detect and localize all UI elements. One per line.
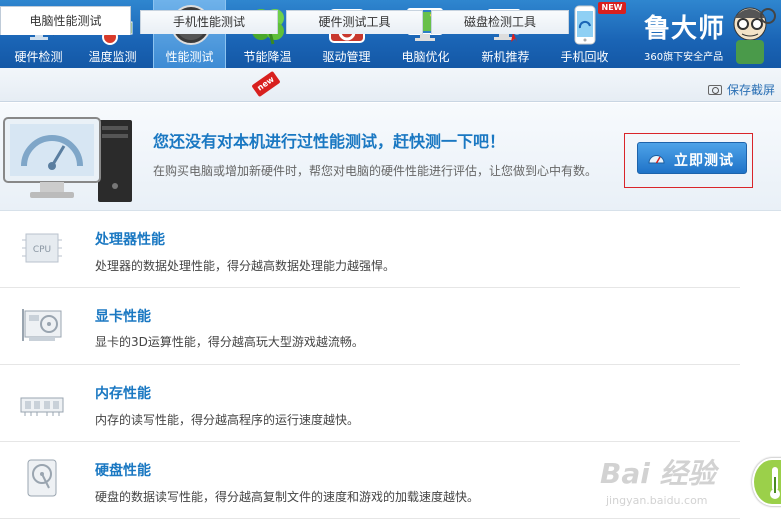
tab-hardware-tools[interactable]: 硬件测试工具	[286, 10, 423, 34]
save-screenshot-label: 保存截屏	[727, 83, 776, 97]
brand-name: 鲁大师	[644, 14, 726, 44]
feature-row-gpu: 显卡性能 显卡的3D运算性能，得分越高玩大型游戏越流畅。	[0, 289, 740, 365]
cpu-icon: CPU	[22, 233, 62, 263]
nav-label: 硬件检测	[14, 50, 63, 64]
feature-description: 显卡的3D运算性能，得分越高玩大型游戏越流畅。	[95, 335, 364, 349]
feature-row-cpu: CPU 处理器性能 处理器的数据处理性能，得分越高数据处理能力越强悍。	[0, 212, 740, 288]
thermometer-icon	[770, 467, 780, 499]
gauge-icon	[648, 155, 665, 164]
start-test-label: 立即测试	[674, 153, 734, 169]
feature-title: 显卡性能	[95, 309, 151, 325]
nav-label: 节能降温	[243, 50, 292, 64]
temperature-float-button[interactable]	[752, 458, 781, 506]
mascot-icon	[733, 7, 776, 64]
tab-bar	[0, 68, 781, 102]
feature-title: 内存性能	[95, 386, 151, 402]
hard-disk-icon	[27, 459, 57, 497]
memory-stick-icon	[20, 397, 64, 416]
feature-title: 处理器性能	[95, 232, 165, 248]
watermark-logo: Bai 经验	[600, 457, 716, 490]
watermark-url: jingyan.baidu.com	[606, 494, 708, 507]
feature-description: 内存的读写性能，得分越高程序的运行速度越快。	[95, 413, 360, 427]
nav-label: 驱动管理	[322, 50, 371, 64]
tab-disk-tools[interactable]: 磁盘检测工具	[431, 10, 569, 34]
feature-description: 处理器的数据处理性能，得分越高数据处理能力越强悍。	[95, 259, 396, 273]
save-screenshot-link[interactable]: 保存截屏	[708, 81, 775, 97]
brand-logo: 鲁大师 360旗下安全产品	[642, 4, 726, 64]
camera-icon	[708, 85, 722, 95]
nav-label: 温度监测	[88, 50, 137, 64]
nav-label: 手机回收	[560, 50, 609, 64]
feature-description: 硬盘的数据读写性能，得分越高复制文件的速度和游戏的加载速度越快。	[95, 490, 480, 504]
new-badge: NEW	[598, 2, 626, 14]
start-test-button[interactable]: 立即测试	[637, 142, 747, 174]
brand-subtitle: 360旗下安全产品	[644, 52, 724, 63]
graphics-card-icon	[22, 309, 62, 341]
feature-row-memory: 内存性能 内存的读写性能，得分越高程序的运行速度越快。	[0, 366, 740, 442]
nav-label: 性能测试	[165, 50, 214, 64]
nav-label: 新机推荐	[481, 50, 530, 64]
watermark: Bai 经验 jingyan.baidu.com	[600, 452, 750, 514]
nav-label: 电脑优化	[401, 50, 450, 64]
tab-pc-performance[interactable]: 电脑性能测试	[0, 6, 131, 35]
banner-title: 您还没有对本机进行过性能测试，赶快测一下吧！	[153, 132, 506, 151]
tab-phone-performance[interactable]: 手机性能测试	[140, 10, 278, 34]
feature-title: 硬盘性能	[95, 463, 151, 479]
svg-text:CPU: CPU	[33, 245, 51, 255]
banner-description: 在购买电脑或增加新硬件时，帮您对电脑的硬件性能进行评估，让您做到心中有数。	[153, 164, 598, 178]
computer-illustration-icon	[3, 117, 132, 202]
